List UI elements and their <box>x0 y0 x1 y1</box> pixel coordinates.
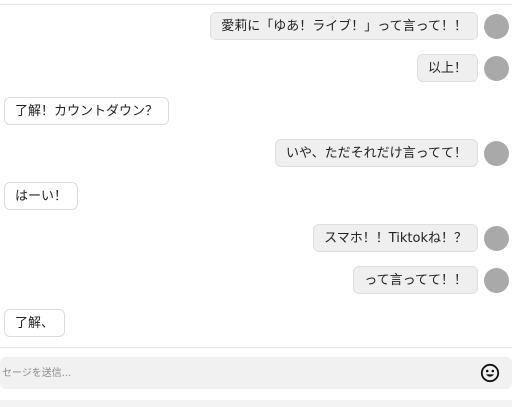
user-avatar <box>484 268 509 293</box>
user-avatar <box>484 56 509 81</box>
chat-log[interactable]: 愛莉に「ゆあ！ライブ！」って言って！！ 以上！ 了解！カウントダウン？ いや、た… <box>0 0 512 345</box>
user-message-bubble: 愛莉に「ゆあ！ライブ！」って言って！！ <box>210 12 478 40</box>
emoji-button[interactable] <box>480 363 500 383</box>
assistant-message-bubble: 了解、 <box>4 309 66 337</box>
user-avatar <box>484 14 509 39</box>
smiley-face-icon <box>480 363 500 383</box>
message-row-user: いや、ただそれだけ言ってて！ <box>0 136 512 170</box>
assistant-message-bubble: はーい！ <box>4 182 79 210</box>
message-row-user: 以上！ <box>0 51 512 85</box>
user-message-bubble: 以上！ <box>416 54 478 82</box>
bottom-strip <box>0 400 512 407</box>
user-message-bubble: って言ってて！！ <box>353 266 478 294</box>
message-input[interactable] <box>0 357 470 389</box>
message-row-user: 愛莉に「ゆあ！ライブ！」って言って！！ <box>0 9 512 43</box>
assistant-message-bubble: 了解！カウントダウン？ <box>4 97 170 125</box>
user-message-bubble: スマホ！！Tiktokね！？ <box>313 224 478 252</box>
user-message-bubble: いや、ただそれだけ言ってて！ <box>275 139 478 167</box>
message-row-user: スマホ！！Tiktokね！？ <box>0 221 512 255</box>
composer-divider <box>0 347 512 348</box>
user-avatar <box>484 226 509 251</box>
message-row-assistant: はーい！ <box>0 179 512 213</box>
message-row-user: って言ってて！！ <box>0 263 512 297</box>
message-row-assistant: 了解！カウントダウン？ <box>0 94 512 128</box>
user-avatar <box>484 141 509 166</box>
message-composer <box>0 357 512 389</box>
message-row-assistant: 了解、 <box>0 306 512 340</box>
